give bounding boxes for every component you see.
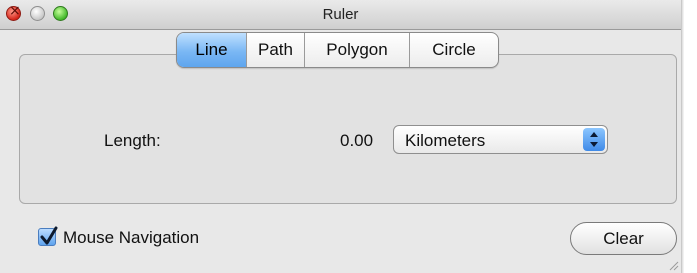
- ruler-window: Ruler Line Path Polygon Circle Length: 0…: [0, 0, 681, 273]
- tab-circle[interactable]: Circle: [409, 33, 498, 67]
- up-down-arrows-icon: [583, 128, 605, 151]
- tab-path[interactable]: Path: [246, 33, 304, 67]
- clear-button[interactable]: Clear: [570, 222, 677, 255]
- mouse-navigation-label[interactable]: Mouse Navigation: [63, 228, 199, 248]
- mouse-navigation-checkbox[interactable]: [38, 226, 58, 246]
- unit-select[interactable]: Kilometers: [393, 125, 608, 154]
- title-bar[interactable]: Ruler: [0, 0, 681, 30]
- tab-line[interactable]: Line: [177, 33, 246, 67]
- tab-bar: Line Path Polygon Circle: [176, 32, 499, 68]
- window-title: Ruler: [322, 6, 359, 23]
- length-label: Length:: [104, 131, 161, 150]
- unit-select-value: Kilometers: [405, 131, 486, 150]
- tab-polygon[interactable]: Polygon: [304, 33, 409, 67]
- checkmark-icon: [40, 226, 58, 245]
- resize-grip-icon[interactable]: [667, 259, 679, 271]
- length-value: 0.00: [340, 131, 374, 150]
